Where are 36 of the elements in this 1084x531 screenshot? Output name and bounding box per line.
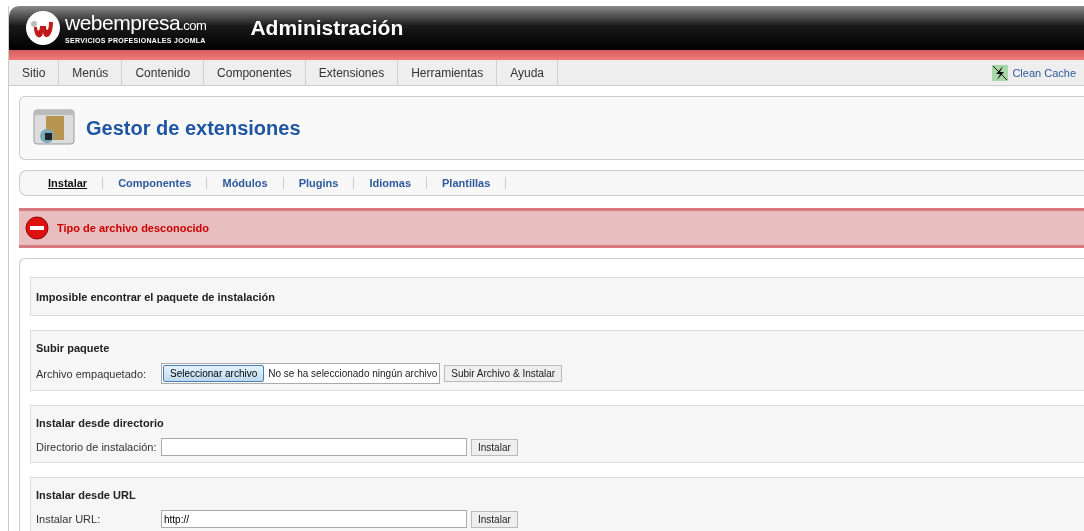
section-title: Instalar desde directorio (36, 417, 165, 429)
file-input[interactable]: Seleccionar archivo No se ha seleccionado ningún archivo (161, 363, 441, 384)
menu-item[interactable]: Contenido (122, 60, 205, 85)
field-label: Archivo empaquetado: (36, 367, 148, 380)
submenu-tab[interactable]: Plantillas (427, 177, 507, 189)
install-button[interactable]: Subir Archivo & Instalar (444, 365, 563, 382)
file-status: No se ha seleccionado ningún archivo (268, 368, 439, 379)
submenu-tab[interactable]: Componentes (103, 177, 208, 189)
no-entry-icon (25, 216, 49, 240)
menu-item[interactable]: Sitio (9, 60, 60, 85)
menu-item[interactable]: Menús (59, 60, 123, 85)
brand-name: webempresa.com (65, 12, 207, 36)
menu-item[interactable]: Herramientas (398, 60, 498, 85)
submenu-tab[interactable]: Módulos (207, 177, 284, 189)
choose-file-button[interactable]: Seleccionar archivo (163, 365, 265, 382)
field-label: Directorio de instalación: (36, 441, 157, 453)
page-title: Gestor de extensiones (86, 116, 301, 140)
submenu-tab[interactable]: Plugins (283, 177, 355, 189)
lightning-icon (992, 64, 1009, 81)
install-button[interactable]: Instalar (471, 510, 518, 528)
menu-item[interactable]: Extensiones (305, 60, 399, 85)
section-title: Subir paquete (36, 342, 111, 354)
header-title: Administración (250, 16, 404, 40)
clean-cache-link[interactable]: Clean Cache (992, 60, 1084, 85)
logo-icon (25, 10, 61, 46)
input-field[interactable]: http:// (161, 510, 467, 528)
section-title: Instalar desde URL (36, 489, 137, 501)
submenu-tab[interactable]: Idiomas (354, 177, 427, 189)
submenu-tab[interactable]: Instalar (33, 177, 104, 189)
field-label: Instalar URL: (36, 513, 102, 525)
section-title: Imposible encontrar el paquete de instalación (36, 291, 276, 303)
menu-item[interactable]: Ayuda (497, 60, 559, 85)
input-field[interactable] (161, 438, 467, 456)
error-message: Tipo de archivo desconocido (57, 222, 209, 234)
menu-item[interactable]: Componentes (204, 60, 306, 85)
install-button[interactable]: Instalar (471, 438, 518, 456)
